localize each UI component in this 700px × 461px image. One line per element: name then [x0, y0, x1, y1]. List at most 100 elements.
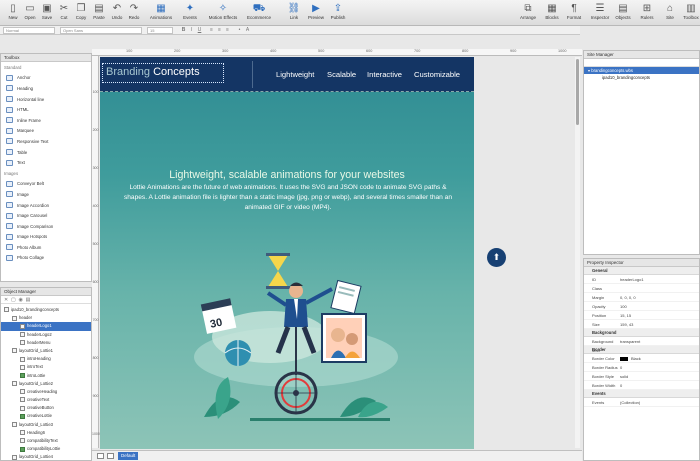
tablet-icon[interactable] — [107, 453, 114, 459]
align-left-icon[interactable]: ≡ — [208, 27, 215, 34]
property-row[interactable]: Margin 0, 0, 0, 0 — [584, 293, 699, 302]
desktop-icon[interactable] — [97, 453, 104, 459]
visibility-icon[interactable]: ◉ — [19, 297, 23, 303]
arrange-button[interactable]: ⧉ Arrange — [517, 2, 539, 24]
object-tree-item[interactable]: creativeButton — [1, 404, 91, 412]
scroll-to-top-button[interactable]: ⬆ — [487, 248, 506, 267]
object-tree-item[interactable]: headerLogo1 — [1, 322, 91, 331]
toolbox-item[interactable]: HTML — [1, 104, 91, 115]
toolbox-category[interactable]: Standard — [1, 62, 91, 73]
animations-button[interactable]: ▦ Animations — [150, 2, 172, 24]
property-value[interactable]: (Collection) — [620, 398, 699, 406]
property-row[interactable]: Events (Collection) — [584, 398, 699, 407]
property-section-header[interactable]: General — [584, 267, 699, 275]
preview-button[interactable]: ▶ Preview — [305, 2, 327, 24]
site-item-project[interactable]: ▾ brandingconcepts.wbs — [584, 67, 699, 74]
bullet-list-icon[interactable]: • — [236, 27, 243, 34]
property-row[interactable]: Border Radius 0 — [584, 363, 699, 372]
redo-button[interactable]: ↷ Redo — [123, 2, 145, 24]
rulers-button[interactable]: ⊞ Rulers — [636, 2, 658, 24]
property-value[interactable] — [620, 284, 699, 292]
group-icon[interactable]: ▤ — [26, 297, 31, 303]
toolbox-item[interactable]: Image Hotspots — [1, 232, 91, 243]
publish-button[interactable]: ⇪ Publish — [327, 2, 349, 24]
toolbox-item[interactable]: Responsive Text — [1, 136, 91, 147]
object-tree-item[interactable]: layoutGrid_Lottie4 — [1, 453, 91, 460]
toolbox-category[interactable]: Images — [1, 168, 91, 179]
property-row[interactable]: Position 15, 15 — [584, 311, 699, 320]
object-tree-item[interactable]: header — [1, 314, 91, 322]
canvas-scrollbar[interactable] — [575, 57, 580, 448]
property-value[interactable]: 159, 43 — [620, 320, 699, 328]
site-item-page[interactable]: ipad10_brandingconcepts — [584, 74, 699, 81]
lock-icon[interactable]: ▢ — [11, 297, 16, 303]
property-section-header[interactable]: Border — [584, 346, 699, 354]
property-value[interactable]: 0, 0, 0, 0 — [620, 293, 699, 301]
property-row[interactable]: ID headerLogo1 — [584, 275, 699, 284]
property-value[interactable]: 0 — [620, 381, 699, 389]
property-value[interactable]: 100 — [620, 302, 699, 310]
toolbox-item[interactable]: Photo Collage — [1, 253, 91, 264]
object-tree-item[interactable]: Heading6 — [1, 429, 91, 437]
toolbox-item[interactable]: Photo Album — [1, 242, 91, 253]
property-row[interactable]: Border Style solid — [584, 372, 699, 381]
link-button[interactable]: ⛓ Link — [283, 2, 305, 24]
page-canvas[interactable]: Branding Concepts Lightweight Scalable I… — [100, 57, 474, 449]
italic-icon[interactable]: I — [188, 27, 195, 34]
toolbox-item[interactable]: Inline Frame — [1, 115, 91, 126]
property-value[interactable]: Black — [620, 354, 699, 362]
object-tree-item[interactable]: ipad10_brandingconcepts — [1, 306, 91, 314]
toolbox-item[interactable]: Marquee — [1, 126, 91, 137]
paragraph-style-select[interactable]: Normal — [3, 27, 55, 34]
blocks-button[interactable]: ▦ Blocks — [541, 2, 563, 24]
bold-icon[interactable]: B — [180, 27, 187, 34]
property-section-header[interactable]: Background — [584, 329, 699, 337]
lottie-illustration[interactable]: 30 — [100, 57, 474, 449]
object-tree-item[interactable]: layoutGrid_Lottie3 — [1, 421, 91, 429]
property-value[interactable]: 0 — [620, 363, 699, 371]
ecommerce-button[interactable]: ⛟ Ecommerce — [247, 2, 271, 24]
object-tree-item[interactable]: compatibilityText — [1, 437, 91, 445]
toolbox-item[interactable]: Anchor — [1, 73, 91, 84]
object-tree-item[interactable]: creativeLottie — [1, 412, 91, 420]
object-tree-item[interactable]: layoutGrid_Lottie2 — [1, 380, 91, 388]
property-section-header[interactable]: Events — [584, 390, 699, 398]
property-value[interactable]: 15, 15 — [620, 311, 699, 319]
property-row[interactable]: Border Color Black — [584, 354, 699, 363]
toolbox-item[interactable]: Image Comparison — [1, 221, 91, 232]
toolbox-item[interactable]: Image — [1, 189, 91, 200]
toolbox-item[interactable]: Heading — [1, 83, 91, 94]
underline-icon[interactable]: U — [196, 27, 203, 34]
property-row[interactable]: Background Mod transparent — [584, 337, 699, 353]
font-size-select[interactable]: 15 — [147, 27, 173, 34]
object-tree-item[interactable]: introLottie — [1, 372, 91, 380]
format-button[interactable]: ¶ Format — [563, 2, 585, 24]
toolbox-item[interactable]: Text — [1, 157, 91, 168]
object-tree-item[interactable]: creativeText — [1, 396, 91, 404]
property-value[interactable]: headerLogo1 — [620, 275, 699, 283]
inspector-button[interactable]: ☰ Inspector — [589, 2, 611, 24]
property-row[interactable]: Class — [584, 284, 699, 293]
object-tree-item[interactable]: introText — [1, 363, 91, 371]
breakpoint-default[interactable]: Default — [118, 452, 139, 460]
align-center-icon[interactable]: ≡ — [216, 27, 223, 34]
toolbox-item[interactable]: Horizontal line — [1, 94, 91, 105]
object-tree-item[interactable]: compatibilityLottie — [1, 445, 91, 453]
site-button[interactable]: ⌂ Site — [659, 2, 681, 24]
objects-button[interactable]: ▤ Objects — [612, 2, 634, 24]
toolbox-item[interactable]: Image Accordion — [1, 200, 91, 211]
font-family-select[interactable]: Open Sans — [60, 27, 142, 34]
property-row[interactable]: Border Width 0 — [584, 381, 699, 390]
property-row[interactable]: Size 159, 43 — [584, 320, 699, 329]
object-tree-item[interactable]: headerMenu — [1, 339, 91, 347]
toolbox-item[interactable]: Table — [1, 147, 91, 158]
toolbox-button[interactable]: ▥ Toolbox — [680, 2, 700, 24]
events-button[interactable]: ✦ Events — [179, 2, 201, 24]
align-right-icon[interactable]: ≡ — [224, 27, 231, 34]
scrollbar-thumb[interactable] — [576, 59, 579, 125]
color-swatch[interactable] — [620, 356, 628, 361]
toolbox-item[interactable]: Image Carousel — [1, 210, 91, 221]
property-row[interactable]: Opacity 100 — [584, 302, 699, 311]
object-tree-item[interactable]: creativeHeading — [1, 388, 91, 396]
delete-icon[interactable]: ✕ — [4, 297, 8, 303]
